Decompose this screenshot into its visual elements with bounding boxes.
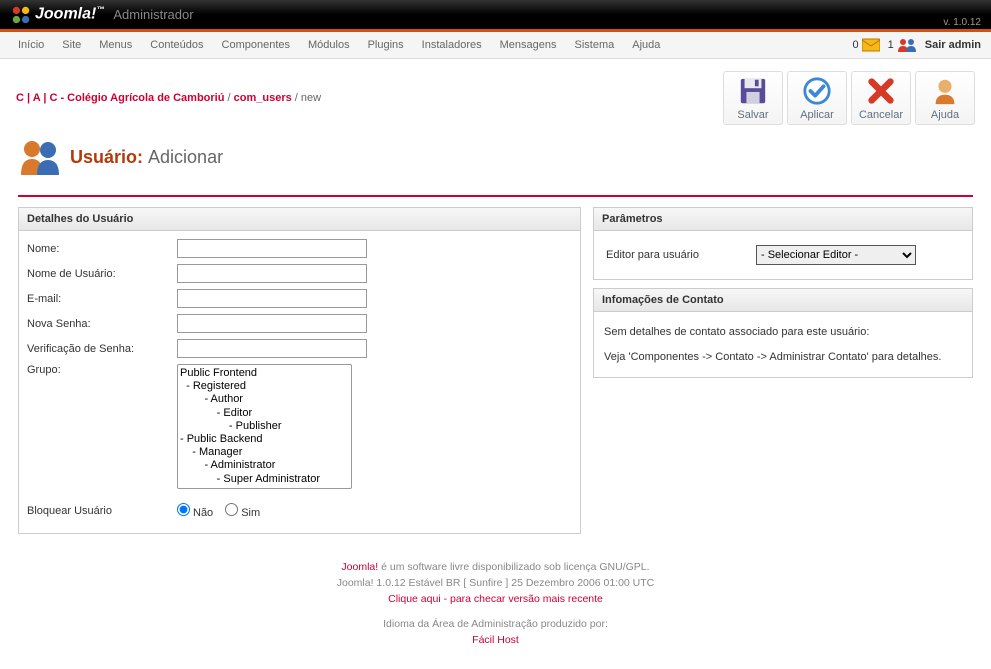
version-label: v. 1.0.12 (943, 17, 981, 28)
page-title: Usuário: Adicionar (70, 147, 223, 168)
save-button[interactable]: Salvar (723, 71, 783, 125)
apply-label: Aplicar (800, 109, 834, 121)
block-no-label: Não (193, 507, 213, 519)
group-option[interactable]: - Public Backend (180, 433, 349, 446)
menu-item[interactable]: Conteúdos (142, 34, 211, 56)
right-column: Parâmetros Editor para usuário - Selecio… (593, 207, 973, 378)
messages-indicator[interactable]: 0 (853, 38, 880, 52)
username-input[interactable] (177, 264, 367, 283)
cancel-icon (866, 76, 896, 106)
footer-brand: Joomla! (341, 561, 378, 573)
breadcrumb-current: new (301, 92, 321, 104)
page-action: Adicionar (148, 147, 223, 167)
menu-item[interactable]: Início (10, 34, 52, 56)
apply-button[interactable]: Aplicar (787, 71, 847, 125)
editor-select[interactable]: - Selecionar Editor - (756, 245, 916, 265)
footer: Joomla! é um software livre disponibiliz… (0, 552, 991, 669)
group-option[interactable]: - Publisher (180, 420, 349, 433)
contact-legend: Infomações de Contato (594, 289, 972, 312)
help-button[interactable]: Ajuda (915, 71, 975, 125)
joomla-logo-icon (10, 4, 32, 26)
apply-icon (802, 76, 832, 106)
users-count: 1 (888, 39, 894, 51)
user-details-legend: Detalhes do Usuário (19, 208, 580, 231)
footer-host-link[interactable]: Fácil Host (472, 634, 519, 646)
breadcrumb: C | A | C - Colégio Agrícola de Camboriú… (16, 92, 321, 104)
footer-check-link[interactable]: Clique aqui - para checar versão mais re… (388, 593, 603, 605)
form-area: Detalhes do Usuário Nome: Nome de Usuári… (0, 197, 991, 552)
save-icon (738, 76, 768, 106)
email-input[interactable] (177, 289, 367, 308)
group-select[interactable]: Public Frontend - Registered - Author - … (177, 364, 352, 489)
name-label: Nome: (27, 243, 177, 255)
verifypass-input[interactable] (177, 339, 367, 358)
group-option[interactable]: - Author (180, 393, 349, 406)
menu-item[interactable]: Módulos (300, 34, 358, 56)
group-option[interactable]: Public Frontend (180, 367, 349, 380)
breadcrumb-site[interactable]: C | A | C - Colégio Agrícola de Camboriú (16, 92, 224, 104)
block-no-radio[interactable] (177, 503, 190, 516)
logout-link[interactable]: Sair admin (925, 39, 981, 51)
cancel-button[interactable]: Cancelar (851, 71, 911, 125)
block-yes-radio[interactable] (225, 503, 238, 516)
menu-item[interactable]: Sistema (566, 34, 622, 56)
users-page-icon (18, 135, 62, 179)
menu-item[interactable]: Instaladores (414, 34, 490, 56)
newpass-input[interactable] (177, 314, 367, 333)
help-label: Ajuda (931, 109, 959, 121)
page-title-area: Usuário: Adicionar (0, 131, 991, 189)
brand-subtitle: Administrador (113, 7, 193, 22)
cancel-label: Cancelar (859, 109, 903, 121)
email-label: E-mail: (27, 293, 177, 305)
menubar-status: 0 1 Sair admin (853, 37, 982, 53)
footer-lang: Idioma da Área de Administração produzid… (0, 617, 991, 633)
parameters-panel: Parâmetros Editor para usuário - Selecio… (593, 207, 973, 280)
verifypass-label: Verificação de Senha: (27, 343, 177, 355)
group-option[interactable]: - Registered (180, 380, 349, 393)
contact-line2: Veja 'Componentes -> Contato -> Administ… (602, 345, 964, 370)
name-input[interactable] (177, 239, 367, 258)
messages-count: 0 (853, 39, 859, 51)
app-header: Joomla!™ Administrador v. 1.0.12 (0, 0, 991, 29)
group-label: Grupo: (27, 364, 177, 376)
menu-item[interactable]: Componentes (214, 34, 299, 56)
group-option[interactable]: - Super Administrator (180, 473, 349, 486)
menu-item[interactable]: Menus (91, 34, 140, 56)
menu-item[interactable]: Ajuda (624, 34, 668, 56)
contact-panel: Infomações de Contato Sem detalhes de co… (593, 288, 973, 378)
editor-label: Editor para usuário (606, 249, 746, 261)
users-icon (897, 37, 917, 53)
help-icon (930, 76, 960, 106)
group-option[interactable]: - Editor (180, 407, 349, 420)
group-option[interactable]: - Manager (180, 446, 349, 459)
menu-item[interactable]: Site (54, 34, 89, 56)
toolbar: Salvar Aplicar Cancelar Ajuda (723, 71, 975, 125)
sub-header: C | A | C - Colégio Agrícola de Camboriú… (0, 59, 991, 131)
user-details-panel: Detalhes do Usuário Nome: Nome de Usuári… (18, 207, 581, 534)
parameters-legend: Parâmetros (594, 208, 972, 231)
users-online-indicator[interactable]: 1 (888, 37, 917, 53)
menu-item[interactable]: Mensagens (492, 34, 565, 56)
group-option[interactable]: - Administrator (180, 459, 349, 472)
block-label: Bloquear Usuário (27, 505, 177, 517)
footer-version: Joomla! 1.0.12 Estável BR [ Sunfire ] 25… (0, 576, 991, 592)
footer-text1: é um software livre disponibilizado sob … (378, 561, 649, 573)
breadcrumb-component[interactable]: com_users (234, 92, 292, 104)
contact-line1: Sem detalhes de contato associado para e… (602, 320, 964, 345)
menubar: InícioSiteMenusConteúdosComponentesMódul… (0, 32, 991, 59)
brand-text: Joomla!™ (35, 5, 104, 23)
menubar-items: InícioSiteMenusConteúdosComponentesMódul… (10, 34, 668, 56)
envelope-icon (862, 38, 880, 52)
newpass-label: Nova Senha: (27, 318, 177, 330)
logo: Joomla!™ Administrador (10, 4, 194, 26)
username-label: Nome de Usuário: (27, 268, 177, 280)
save-label: Salvar (737, 109, 768, 121)
menu-item[interactable]: Plugins (360, 34, 412, 56)
block-yes-label: Sim (241, 507, 260, 519)
